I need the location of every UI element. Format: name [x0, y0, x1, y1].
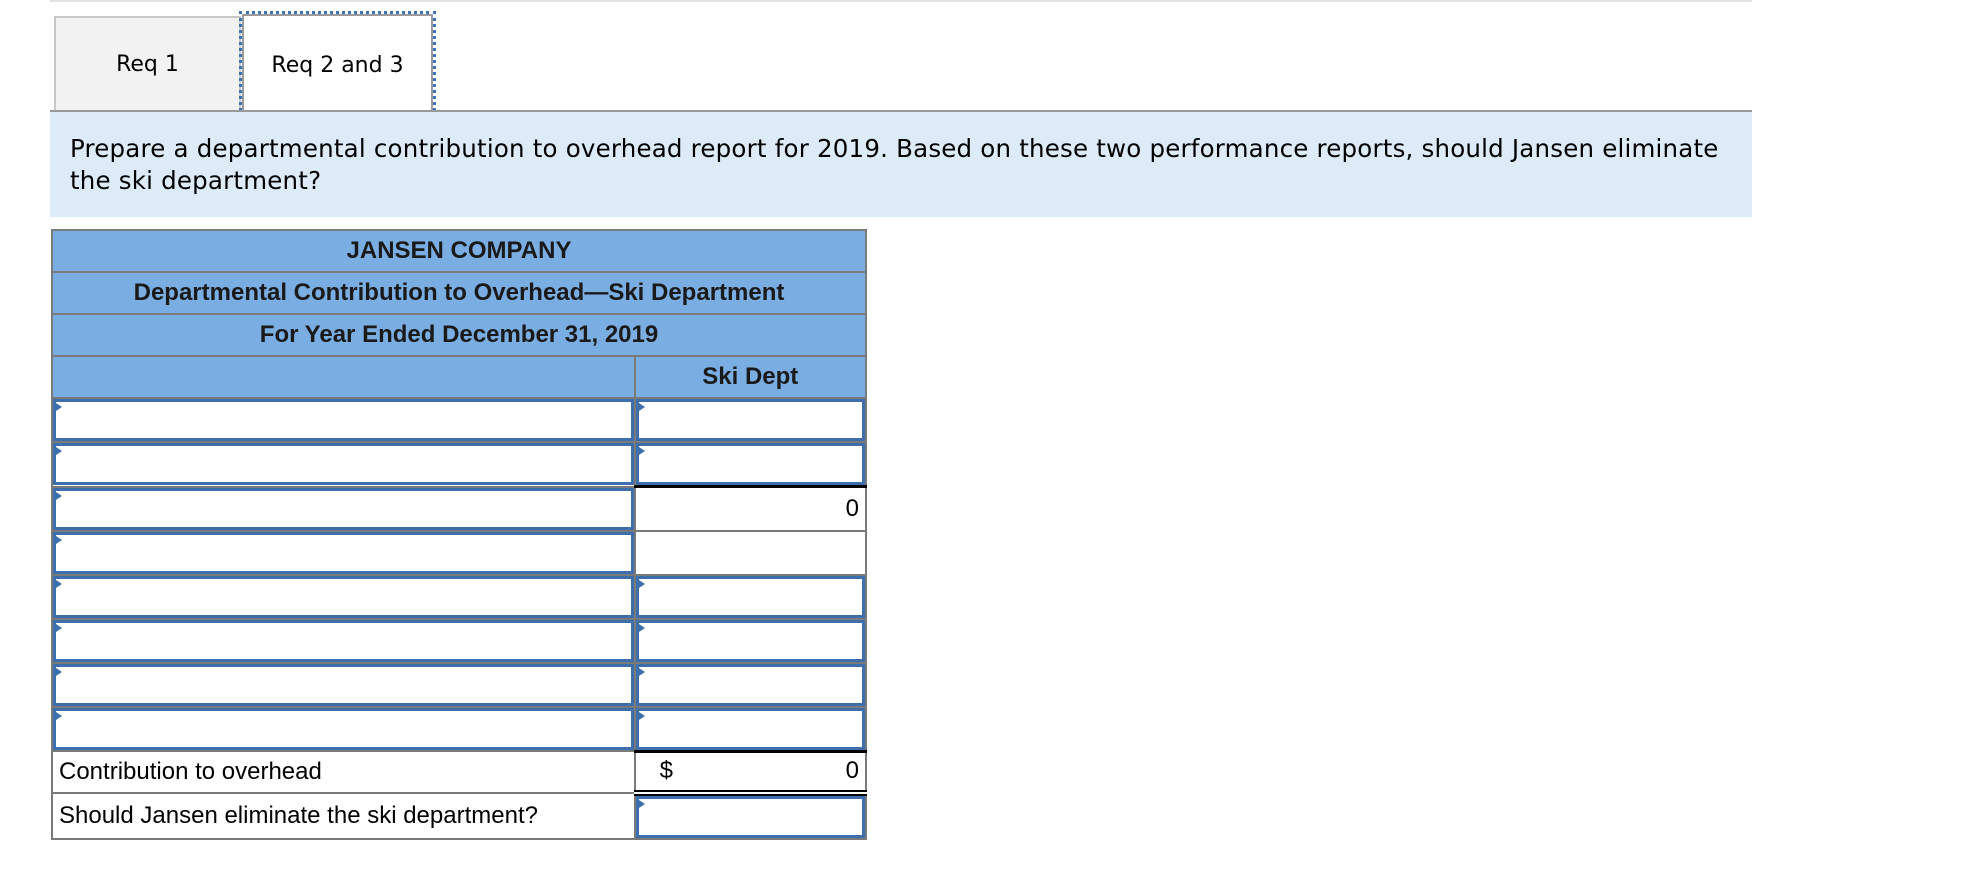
row-label-dropdown[interactable] — [53, 531, 634, 574]
row-value-cell — [633, 661, 868, 708]
dropdown-indicator-icon — [53, 489, 62, 502]
dropdown-indicator-icon — [53, 577, 62, 590]
input-indicator-icon — [635, 709, 645, 722]
dropdown-indicator-icon — [53, 709, 62, 722]
row-label-dropdown[interactable] — [53, 575, 634, 618]
row-label-dropdown[interactable] — [53, 619, 634, 662]
row-value: 0 — [845, 494, 859, 522]
report-row: 0 — [51, 485, 868, 532]
instructions: Prepare a departmental contribution to o… — [50, 112, 1752, 217]
total-value-cell: $0 — [633, 749, 868, 796]
input-indicator-icon — [635, 577, 645, 590]
row-label-dropdown[interactable] — [53, 707, 634, 750]
label-column-header — [51, 355, 636, 399]
currency-symbol: $ — [659, 757, 673, 785]
row-label-dropdown[interactable] — [53, 663, 634, 706]
report-row — [51, 617, 868, 664]
question-label: Should Jansen eliminate the ski departme… — [51, 792, 636, 840]
top-divider — [50, 0, 1752, 2]
dropdown-indicator-icon — [53, 401, 62, 413]
input-indicator-icon — [635, 665, 645, 678]
row-value-cell — [633, 617, 868, 664]
row-value-cell — [633, 397, 868, 443]
input-indicator-icon — [635, 621, 645, 634]
row-value-cell: 0 — [633, 485, 868, 532]
row-label-dropdown[interactable] — [53, 443, 634, 486]
tab-label: Req 1 — [116, 51, 179, 77]
row-value-input[interactable] — [635, 575, 865, 618]
row-label-cell — [51, 661, 636, 708]
row-value-input[interactable] — [635, 619, 865, 662]
row-label-cell — [51, 397, 636, 443]
report-row — [51, 705, 868, 752]
row-label-cell — [51, 529, 636, 576]
report-row — [51, 529, 868, 576]
tab-label: Req 2 and 3 — [271, 52, 404, 78]
row-label-cell — [51, 573, 636, 620]
row-value-input[interactable] — [635, 663, 865, 706]
row-label-cell — [51, 485, 636, 532]
tab-req-1[interactable]: Req 1 — [54, 16, 241, 110]
company-name: JANSEN COMPANY — [51, 229, 867, 273]
row-value-input[interactable] — [635, 443, 865, 485]
question-row: Should Jansen eliminate the ski departme… — [51, 792, 868, 840]
row-label-cell — [51, 705, 636, 752]
input-indicator-icon — [635, 445, 645, 457]
report-row — [51, 397, 868, 443]
dropdown-indicator-icon — [53, 621, 62, 634]
total-label: Contribution to overhead — [51, 750, 636, 794]
dropdown-indicator-icon — [635, 798, 645, 810]
report-title: Departmental Contribution to Overhead—Sk… — [51, 271, 867, 315]
ski-dept-column-header: Ski Dept — [633, 355, 868, 399]
report-period: For Year Ended December 31, 2019 — [51, 313, 867, 357]
report-row — [51, 573, 868, 620]
dropdown-indicator-icon — [53, 445, 62, 458]
dropdown-indicator-icon — [53, 533, 62, 546]
row-label-dropdown[interactable] — [53, 487, 634, 530]
row-value-cell — [633, 441, 868, 488]
question-answer-dropdown[interactable] — [635, 796, 865, 838]
row-label-dropdown[interactable] — [53, 399, 634, 441]
row-label-cell — [51, 617, 636, 664]
total-value: 0 — [845, 757, 859, 785]
total-row: Contribution to overhead $0 — [51, 749, 868, 796]
input-indicator-icon — [635, 401, 645, 413]
row-value-cell — [633, 705, 868, 752]
report-row — [51, 441, 868, 488]
row-value-input[interactable] — [635, 707, 865, 750]
contribution-report-table: JANSEN COMPANY Departmental Contribution… — [51, 229, 868, 840]
row-label-cell — [51, 441, 636, 488]
question-answer-cell — [633, 792, 868, 840]
row-value-cell — [633, 529, 868, 576]
tab-req-2-and-3[interactable]: Req 2 and 3 — [239, 11, 436, 117]
dropdown-indicator-icon — [53, 665, 62, 678]
row-value-cell — [633, 573, 868, 620]
row-value-input[interactable] — [635, 399, 865, 441]
report-row — [51, 661, 868, 708]
